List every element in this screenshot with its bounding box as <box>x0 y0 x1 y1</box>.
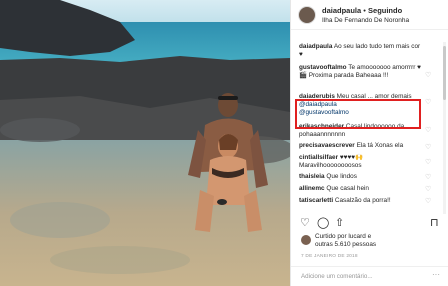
post-photo <box>0 0 290 286</box>
follow-button[interactable]: Seguindo <box>368 6 402 15</box>
likes-line2: outras 5.610 pessoas <box>315 241 377 248</box>
likes-line1: Curtido por lucard e <box>315 233 372 240</box>
comment: cintiallsilfaer ♥♥♥♥🙌 Maravilhooooooooso… <box>299 154 427 170</box>
post-sidebar: daiadpaula • Seguindo Ilha De Fernando D… <box>290 0 448 286</box>
comment-text: Ao seu lado tudo tem mais cor <box>333 43 421 50</box>
comment-user[interactable]: precisavaescrever <box>299 142 355 149</box>
like-comment-icon[interactable]: ♡ <box>425 143 431 151</box>
like-comment-icon[interactable]: ♡ <box>425 173 431 181</box>
post-date: 7 DE JANEIRO DE 2018 <box>301 254 358 259</box>
like-comment-icon[interactable]: ♡ <box>425 185 431 193</box>
comment-highlighted: gustavooftalmo Te amooooooo amorrrrr ♥🎬 … <box>299 64 427 80</box>
comment: allinemc Que casal hein <box>299 185 427 193</box>
bookmark-icon[interactable]: ⊓ <box>430 216 439 230</box>
comment-user[interactable]: allinemc <box>299 185 325 192</box>
comment: thaisleia Que lindos <box>299 173 427 181</box>
comment-text: Casalzão da porra!! <box>334 197 391 204</box>
comment-icon[interactable]: ◯ <box>317 216 329 230</box>
likes-text[interactable]: Curtido por lucard e outras 5.610 pessoa… <box>315 233 376 249</box>
comment-text: Que casal hein <box>326 185 369 192</box>
comments-scrollbar[interactable] <box>443 42 446 214</box>
comment-user[interactable]: tatiscarletti <box>299 197 333 204</box>
separator-dot: • <box>363 6 366 15</box>
highlight-box <box>295 99 421 129</box>
avatar[interactable] <box>298 6 316 24</box>
author-username[interactable]: daiadpaula <box>322 6 361 15</box>
comment-input[interactable]: Adicione um comentário... <box>301 273 373 280</box>
like-comment-icon[interactable]: ♡ <box>425 126 431 134</box>
post-author: daiadpaula • Seguindo <box>322 6 402 15</box>
heart-icon[interactable]: ♡ <box>300 216 310 230</box>
post-header: daiadpaula • Seguindo Ilha De Fernando D… <box>291 0 448 30</box>
comment: precisavaescrever Ela tá Xonas ela <box>299 142 427 150</box>
comment-text: Que lindos <box>326 173 357 180</box>
like-comment-icon[interactable]: ♡ <box>425 71 431 79</box>
likes-summary: Curtido por lucard e outras 5.610 pessoa… <box>301 233 446 255</box>
comment-text: Ela tá Xonas ela <box>356 142 404 149</box>
comments-list: daiadpaula Ao seu lado tudo tem mais cor… <box>291 38 448 216</box>
comment-caption: daiadpaula Ao seu lado tudo tem mais cor… <box>299 43 427 59</box>
comment-user[interactable]: thaisleia <box>299 173 325 180</box>
more-options-icon[interactable]: ··· <box>432 270 440 279</box>
share-icon[interactable]: ⇧ <box>335 216 344 230</box>
beach-scene <box>0 0 290 286</box>
comment-user[interactable]: gustavooftalmo <box>299 64 347 71</box>
post-location[interactable]: Ilha De Fernando De Noronha <box>322 17 409 24</box>
comment-user[interactable]: cintiallsilfaer <box>299 154 338 161</box>
heart-emoji: ♥ <box>299 51 303 58</box>
like-comment-icon[interactable]: ♡ <box>425 158 431 166</box>
add-comment-bar: Adicione um comentário... ··· <box>291 266 448 286</box>
liker-avatar[interactable] <box>301 235 311 245</box>
scrollbar-thumb[interactable] <box>443 46 446 100</box>
like-comment-icon[interactable]: ♡ <box>425 197 431 205</box>
action-bar: ♡ ◯ ⇧ ⊓ <box>291 216 448 232</box>
comment: tatiscarletti Casalzão da porra!! <box>299 197 427 205</box>
comment-user[interactable]: daiadpaula <box>299 43 332 50</box>
like-comment-icon[interactable]: ♡ <box>425 98 431 106</box>
